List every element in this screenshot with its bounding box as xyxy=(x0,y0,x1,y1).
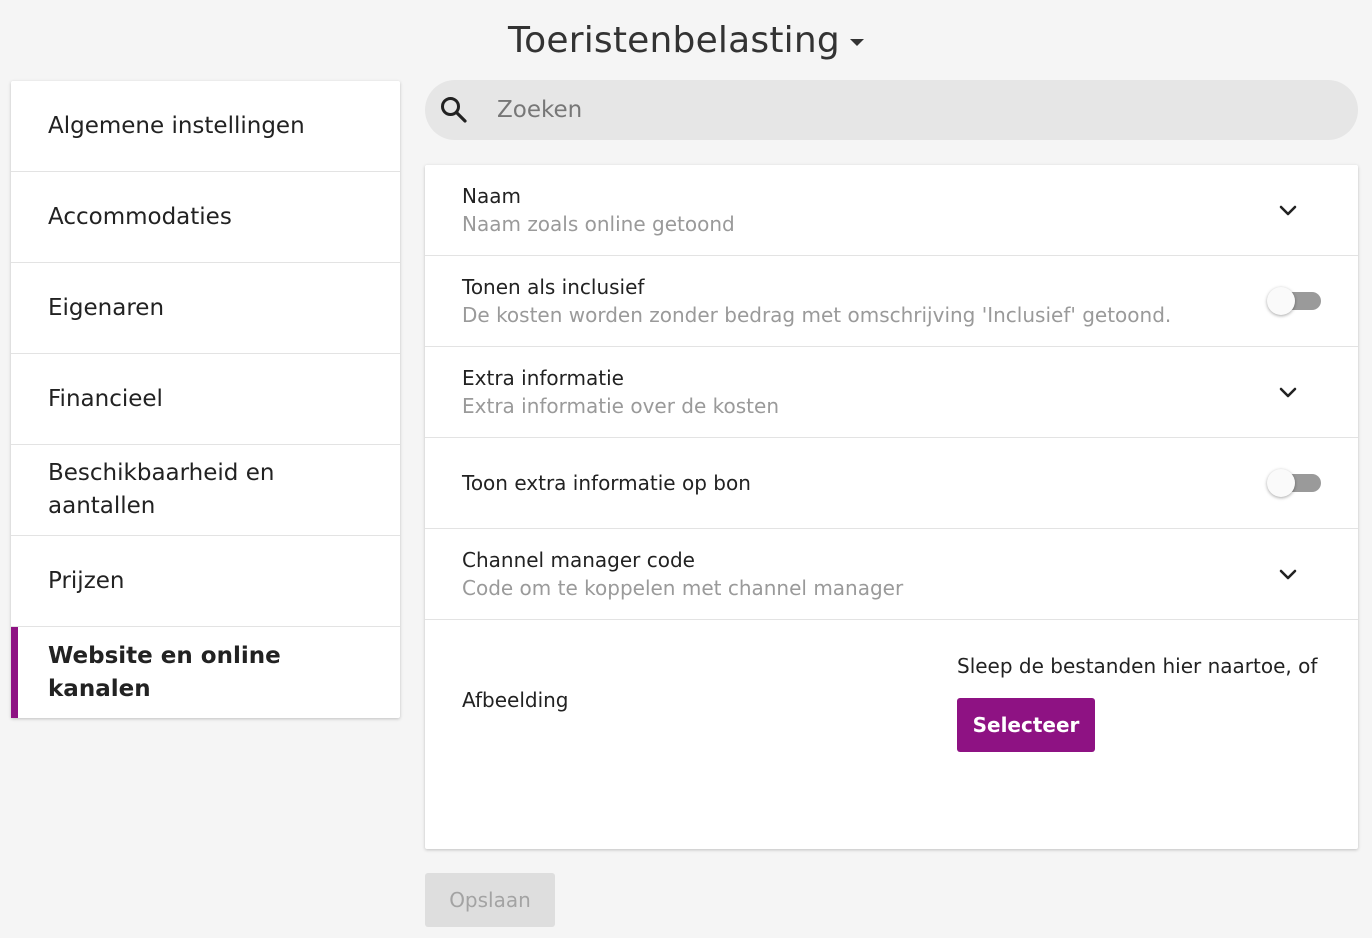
sidebar-item-label: Website en online kanalen xyxy=(48,642,281,702)
setting-row-afbeelding: Afbeelding Sleep de bestanden hier naart… xyxy=(425,620,1358,836)
dropzone-text[interactable]: Sleep de bestanden hier naartoe, of xyxy=(957,654,1317,678)
setting-title: Extra informatie xyxy=(462,365,624,390)
sidebar-item-algemene-instellingen[interactable]: Algemene instellingen xyxy=(11,81,400,172)
search-input[interactable] xyxy=(497,90,1317,130)
search-icon xyxy=(439,80,499,140)
sidebar-item-accommodaties[interactable]: Accommodaties xyxy=(11,172,400,263)
setting-row-extra-informatie[interactable]: Extra informatie Extra informatie over d… xyxy=(425,347,1358,438)
page-title-dropdown[interactable]: Toeristenbelasting xyxy=(508,20,864,61)
setting-subtitle: Naam zoals online getoond xyxy=(462,211,735,236)
setting-row-channel-manager-code[interactable]: Channel manager code Code om te koppelen… xyxy=(425,529,1358,620)
setting-title: Toon extra informatie op bon xyxy=(462,471,751,495)
image-label: Afbeelding xyxy=(462,688,569,712)
sidebar-item-website-online-kanalen[interactable]: Website en online kanalen xyxy=(11,627,400,718)
sidebar-item-label: Eigenaren xyxy=(48,294,165,321)
setting-row-naam[interactable]: Naam Naam zoals online getoond xyxy=(425,165,1358,256)
setting-row-tonen-als-inclusief: Tonen als inclusief De kosten worden zon… xyxy=(425,256,1358,347)
chevron-down-icon[interactable] xyxy=(1276,380,1300,404)
setting-title: Tonen als inclusief xyxy=(462,274,645,299)
chevron-down-icon[interactable] xyxy=(1276,562,1300,586)
toggle-knob xyxy=(1267,469,1295,497)
inclusief-toggle[interactable] xyxy=(1267,287,1321,315)
sidebar-item-label: Beschikbaarheid en aantallen xyxy=(48,460,275,519)
sidebar: Algemene instellingen Accommodaties Eige… xyxy=(11,81,400,718)
sidebar-item-label: Prijzen xyxy=(48,567,125,594)
sidebar-item-financieel[interactable]: Financieel xyxy=(11,354,400,445)
sidebar-item-prijzen[interactable]: Prijzen xyxy=(11,536,400,627)
caret-down-icon xyxy=(849,38,864,46)
page-title: Toeristenbelasting xyxy=(508,19,840,61)
setting-subtitle: Extra informatie over de kosten xyxy=(462,393,779,418)
setting-title: Channel manager code xyxy=(462,547,695,572)
save-button[interactable]: Opslaan xyxy=(425,873,555,927)
header: Toeristenbelasting xyxy=(0,0,1372,80)
sidebar-item-beschikbaarheid[interactable]: Beschikbaarheid en aantallen xyxy=(11,445,400,536)
select-file-button[interactable]: Selecteer xyxy=(957,698,1095,752)
sidebar-item-eigenaren[interactable]: Eigenaren xyxy=(11,263,400,354)
setting-title: Naam xyxy=(462,183,521,208)
chevron-down-icon[interactable] xyxy=(1276,198,1300,222)
settings-panel: Naam Naam zoals online getoond Tonen als… xyxy=(425,165,1358,849)
search-bar xyxy=(425,80,1358,140)
setting-row-toon-extra-info-bon: Toon extra informatie op bon xyxy=(425,438,1358,529)
sidebar-item-label: Financieel xyxy=(48,385,163,412)
setting-subtitle: De kosten worden zonder bedrag met omsch… xyxy=(462,302,1172,327)
sidebar-item-label: Accommodaties xyxy=(48,203,232,230)
sidebar-item-label: Algemene instellingen xyxy=(48,112,305,139)
setting-subtitle: Code om te koppelen met channel manager xyxy=(462,575,904,600)
toggle-knob xyxy=(1267,287,1295,315)
extra-info-bon-toggle[interactable] xyxy=(1267,469,1321,497)
